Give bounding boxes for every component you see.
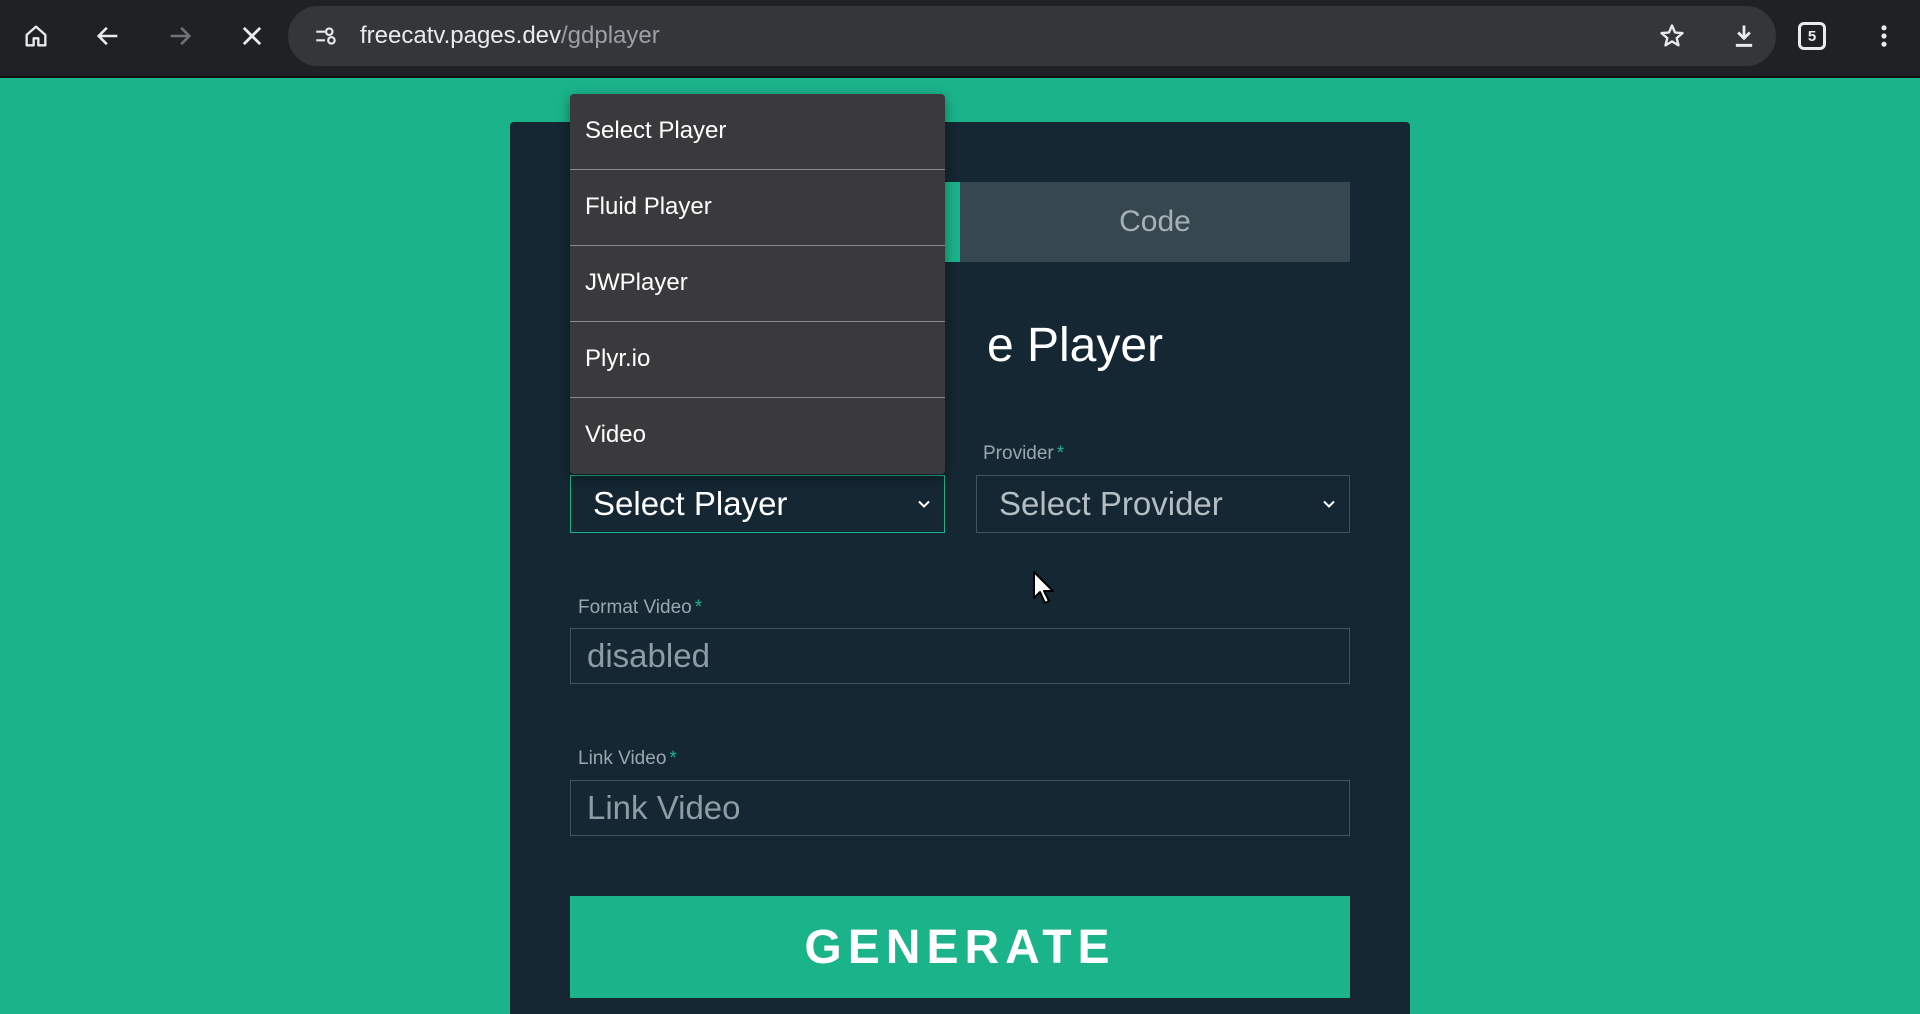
dropdown-option[interactable]: Video bbox=[570, 398, 945, 474]
site-info-icon[interactable] bbox=[310, 20, 342, 52]
tab-code[interactable]: Code bbox=[960, 182, 1350, 262]
player-select-value: Select Player bbox=[593, 485, 788, 522]
player-dropdown-list: Select Player Fluid Player JWPlayer Plyr… bbox=[570, 94, 945, 474]
generate-button[interactable]: GENERATE bbox=[570, 896, 1350, 998]
required-marker: * bbox=[694, 597, 703, 618]
dropdown-option[interactable]: Select Player bbox=[570, 94, 945, 170]
address-bar[interactable]: freecatv.pages.dev/gdplayer bbox=[288, 6, 1776, 66]
player-select[interactable]: Select Player bbox=[570, 475, 945, 533]
url-path: /gdplayer bbox=[561, 22, 660, 49]
required-marker: * bbox=[1056, 443, 1065, 464]
home-icon[interactable] bbox=[14, 14, 58, 58]
format-video-label-text: Format Video bbox=[578, 597, 692, 618]
forward-icon[interactable] bbox=[158, 14, 202, 58]
dropdown-option[interactable]: JWPlayer bbox=[570, 246, 945, 322]
download-icon[interactable] bbox=[1726, 18, 1762, 54]
stop-icon[interactable] bbox=[230, 14, 274, 58]
url-text[interactable]: freecatv.pages.dev/gdplayer bbox=[360, 6, 660, 66]
dropdown-option[interactable]: Plyr.io bbox=[570, 322, 945, 398]
chevron-down-icon bbox=[918, 500, 930, 508]
mouse-cursor-icon bbox=[1033, 571, 1054, 604]
browser-toolbar: freecatv.pages.dev/gdplayer 5 bbox=[0, 0, 1920, 78]
format-video-field[interactable]: disabled bbox=[570, 628, 1350, 684]
provider-select[interactable]: Select Provider bbox=[976, 475, 1350, 533]
tab-count-icon[interactable]: 5 bbox=[1798, 22, 1826, 50]
menu-icon[interactable] bbox=[1866, 14, 1902, 58]
provider-label-text: Provider bbox=[983, 443, 1054, 464]
bookmark-star-icon[interactable] bbox=[1654, 18, 1690, 54]
provider-label: Provider * bbox=[983, 443, 1064, 465]
page-title-text: e Player bbox=[986, 319, 1164, 372]
required-marker: * bbox=[669, 748, 677, 769]
format-video-label: Format Video * bbox=[578, 597, 702, 619]
link-video-input[interactable]: Link Video bbox=[570, 780, 1350, 836]
link-video-label: Link Video * bbox=[578, 748, 677, 770]
back-icon[interactable] bbox=[86, 14, 130, 58]
chevron-down-icon bbox=[1323, 500, 1335, 508]
dropdown-option[interactable]: Fluid Player bbox=[570, 170, 945, 246]
url-host: freecatv.pages.dev bbox=[360, 22, 562, 49]
link-video-label-text: Link Video bbox=[578, 748, 667, 769]
provider-select-value: Select Provider bbox=[999, 485, 1223, 522]
